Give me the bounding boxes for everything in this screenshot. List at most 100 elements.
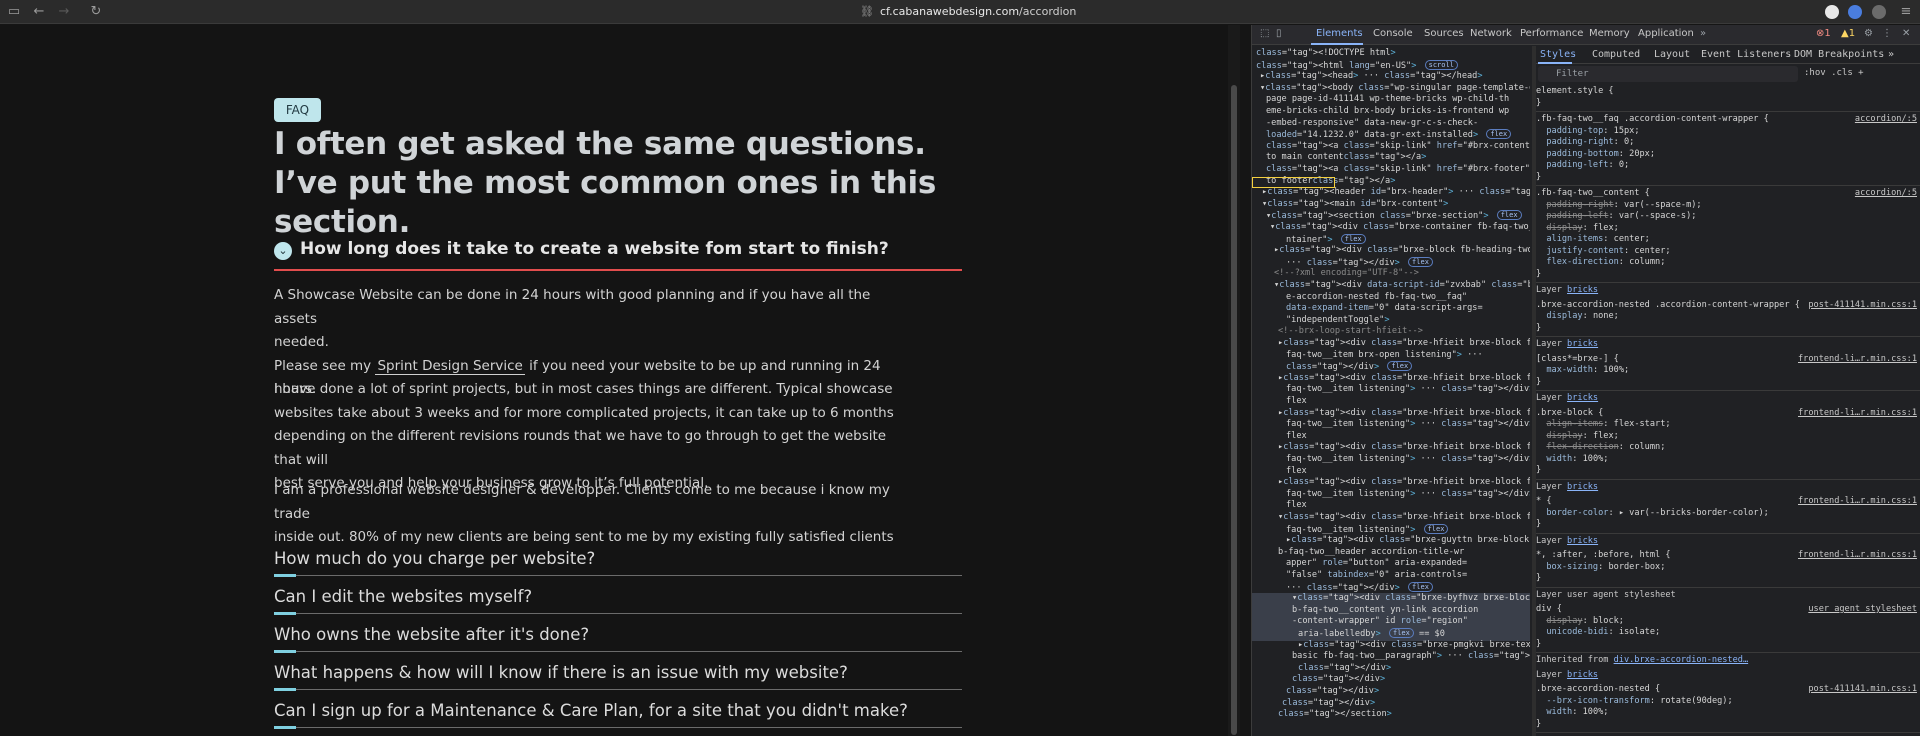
- css-property[interactable]: align-items: center;: [1536, 234, 1920, 246]
- tab-dom-breakpoints[interactable]: DOM Breakpoints: [1794, 49, 1884, 60]
- dom-node-line[interactable]: faq-two__item listening"> ··· class="tag…: [1252, 419, 1530, 431]
- dom-node-line[interactable]: b-faq-two__content yn-link accordion: [1252, 604, 1530, 617]
- dom-node-line[interactable]: class="tag"><a class="skip-link" href="#…: [1252, 141, 1530, 153]
- css-property[interactable]: width: 100%;: [1536, 454, 1920, 466]
- tab-layout[interactable]: Layout: [1654, 49, 1690, 60]
- css-property[interactable]: flex-direction: column;: [1536, 442, 1920, 454]
- dom-node-line[interactable]: -content-wrapper" id role="region": [1252, 616, 1530, 628]
- css-brace[interactable]: }: [1536, 719, 1920, 731]
- dom-node-line[interactable]: ▸class="tag"><div class="brxe-hfieit brx…: [1252, 408, 1530, 420]
- tab-console[interactable]: Console: [1373, 28, 1413, 39]
- dom-node-line[interactable]: flex: [1252, 466, 1530, 478]
- layer-header[interactable]: Layer bricks: [1536, 482, 1920, 494]
- reload-icon[interactable]: ↻: [88, 4, 104, 20]
- dom-node-line[interactable]: ▸class="tag"><div class="brxe-hfieit brx…: [1252, 477, 1530, 489]
- css-property[interactable]: padding-top: 15px;: [1536, 126, 1920, 138]
- filter-tools[interactable]: :hov .cls +: [1804, 68, 1864, 78]
- inherited-header[interactable]: Inherited from div.brxe-accordion-nested…: [1536, 655, 1920, 667]
- scrollbar-thumb[interactable]: [1231, 85, 1237, 735]
- dom-node-line[interactable]: class="tag"></div>: [1252, 686, 1530, 698]
- dom-node-line[interactable]: -embed-responsive" data-new-gr-c-s-check…: [1252, 118, 1530, 130]
- css-brace[interactable]: }: [1536, 172, 1920, 184]
- layer-header[interactable]: Layer bricks: [1536, 393, 1920, 405]
- dom-node-line[interactable]: ▾class="tag"><div class="brxe-hfieit brx…: [1252, 512, 1530, 524]
- dom-node-line[interactable]: ▸class="tag"><div class="brxe-hfieit brx…: [1252, 442, 1530, 454]
- faq-question[interactable]: Who owns the website after it's done?: [274, 625, 589, 644]
- tab-computed[interactable]: Computed: [1592, 49, 1640, 60]
- extension-icon-blue[interactable]: [1848, 5, 1862, 19]
- sprint-design-link[interactable]: Sprint Design Service: [375, 357, 525, 375]
- faq-question[interactable]: What happens & how will I know if there …: [274, 663, 848, 682]
- tab-memory[interactable]: Memory: [1589, 28, 1630, 39]
- tab-network[interactable]: Network: [1470, 28, 1512, 39]
- dom-node-line[interactable]: "false" tabindex="0" aria-controls=: [1252, 570, 1530, 582]
- dom-node-line[interactable]: faq-two__item listening"> ··· class="tag…: [1252, 384, 1530, 396]
- address-bar[interactable]: ⛓ cf.cabanawebdesign.com/accordion: [860, 5, 1076, 18]
- tab-sources[interactable]: Sources: [1424, 28, 1464, 39]
- extension-icon-gray[interactable]: [1872, 5, 1886, 19]
- layer-header[interactable]: Layer bricks: [1536, 339, 1920, 351]
- faq-question[interactable]: Can I sign up for a Maintenance & Care P…: [274, 701, 908, 720]
- tab-styles[interactable]: Styles: [1540, 49, 1576, 60]
- dom-node-line[interactable]: page page-id-411141 wp-theme-bricks wp-c…: [1252, 94, 1530, 106]
- faq-question[interactable]: How much do you charge per website?: [274, 549, 595, 568]
- faq-question-open[interactable]: How long does it take to create a websit…: [300, 239, 889, 259]
- close-icon[interactable]: ✕: [1902, 28, 1910, 39]
- forward-icon[interactable]: →: [56, 4, 72, 20]
- layer-header[interactable]: Layer bricks: [1536, 670, 1920, 682]
- extension-icon[interactable]: [1825, 5, 1839, 19]
- dom-node-line[interactable]: ▸class="tag"><header id="brx-header"> ··…: [1252, 187, 1530, 199]
- css-source-link[interactable]: post-411141.min.css:1: [1808, 300, 1917, 312]
- dom-node-line[interactable]: class="tag"><a class="skip-link" href="#…: [1252, 164, 1530, 176]
- css-property[interactable]: border-color: ▸ var(--bricks-border-colo…: [1536, 508, 1920, 520]
- settings-icon[interactable]: ⚙: [1864, 28, 1873, 39]
- css-property[interactable]: align-items: flex-start;: [1536, 419, 1920, 431]
- tab-performance[interactable]: Performance: [1520, 28, 1583, 39]
- css-source-link[interactable]: frontend-li…r.min.css:1: [1798, 354, 1917, 366]
- css-selector[interactable]: .fb-faq-two__faq .accordion-content-wrap…: [1536, 114, 1920, 126]
- css-brace[interactable]: }: [1536, 519, 1920, 531]
- css-brace[interactable]: }: [1536, 465, 1920, 477]
- css-property[interactable]: display: none;: [1536, 311, 1920, 323]
- faq-item[interactable]: Can I edit the websites myself?: [274, 581, 962, 619]
- more-options-icon[interactable]: ⋮: [1882, 28, 1892, 39]
- dom-node-line[interactable]: <!--brx-loop-start-hfieit-->: [1252, 326, 1530, 338]
- dom-node-line[interactable]: flex: [1252, 431, 1530, 443]
- dom-node-line[interactable]: faq-two__item listening"> ··· class="tag…: [1252, 454, 1530, 466]
- dom-node-line[interactable]: ▾class="tag"><body class="wp-singular pa…: [1252, 83, 1530, 95]
- sidebar-toggle-icon[interactable]: ▭: [6, 4, 22, 20]
- more-tabs-icon[interactable]: »: [1700, 28, 1706, 39]
- back-icon[interactable]: ←: [31, 4, 47, 20]
- css-property[interactable]: padding-left: var(--space-s);: [1536, 211, 1920, 223]
- faq-item[interactable]: Who owns the website after it's done?: [274, 619, 962, 657]
- dom-node-line[interactable]: ▸class="tag"><div class="brxe-pmgkvi brx…: [1252, 640, 1530, 652]
- css-property[interactable]: max-width: 100%;: [1536, 365, 1920, 377]
- dom-node-line[interactable]: data-expand-item="0" data-script-args=: [1252, 303, 1530, 315]
- dom-node-line[interactable]: flex: [1252, 396, 1530, 408]
- more-tabs-icon[interactable]: »: [1888, 49, 1894, 60]
- faq-item[interactable]: Can I sign up for a Maintenance & Care P…: [274, 695, 962, 733]
- dom-node-line[interactable]: class="tag"></div>: [1252, 698, 1530, 710]
- error-count[interactable]: ⊗1: [1816, 28, 1831, 39]
- css-property[interactable]: padding-left: 0;: [1536, 160, 1920, 172]
- dom-node-line[interactable]: ▾class="tag"><main id="brx-content">: [1252, 199, 1530, 211]
- dom-node-line[interactable]: ▸class="tag"><div class="brxe-block fb-h…: [1252, 245, 1530, 257]
- css-property[interactable]: display: flex;: [1536, 223, 1920, 235]
- dom-node-line[interactable]: ▸class="tag"><head> ··· class="tag"></he…: [1252, 71, 1530, 83]
- dom-node-line[interactable]: ▾class="tag"><div data-script-id="zvxbab…: [1252, 280, 1530, 292]
- styles-filter-input[interactable]: Filter: [1538, 66, 1798, 82]
- elements-tree[interactable]: class="tag"><!DOCTYPE html> class="tag"><…: [1252, 46, 1532, 736]
- css-property[interactable]: flex-direction: column;: [1536, 257, 1920, 269]
- css-property[interactable]: padding-right: 0;: [1536, 137, 1920, 149]
- css-source-link[interactable]: accordion/:5: [1855, 114, 1917, 126]
- css-selector[interactable]: element.style {: [1536, 86, 1920, 98]
- css-brace[interactable]: }: [1536, 639, 1920, 651]
- dom-node-line[interactable]: class="tag"></div>: [1252, 674, 1530, 686]
- css-source-link[interactable]: frontend-li…r.min.css:1: [1798, 408, 1917, 420]
- layer-header[interactable]: Layer user agent stylesheet: [1536, 590, 1920, 602]
- dom-node-line[interactable]: class="tag"></section>: [1252, 709, 1530, 721]
- tab-application[interactable]: Application: [1638, 28, 1694, 39]
- faq-item[interactable]: What happens & how will I know if there …: [274, 657, 962, 695]
- css-source-link[interactable]: frontend-li…r.min.css:1: [1798, 496, 1917, 508]
- faq-item[interactable]: How much do you charge per website?: [274, 543, 962, 581]
